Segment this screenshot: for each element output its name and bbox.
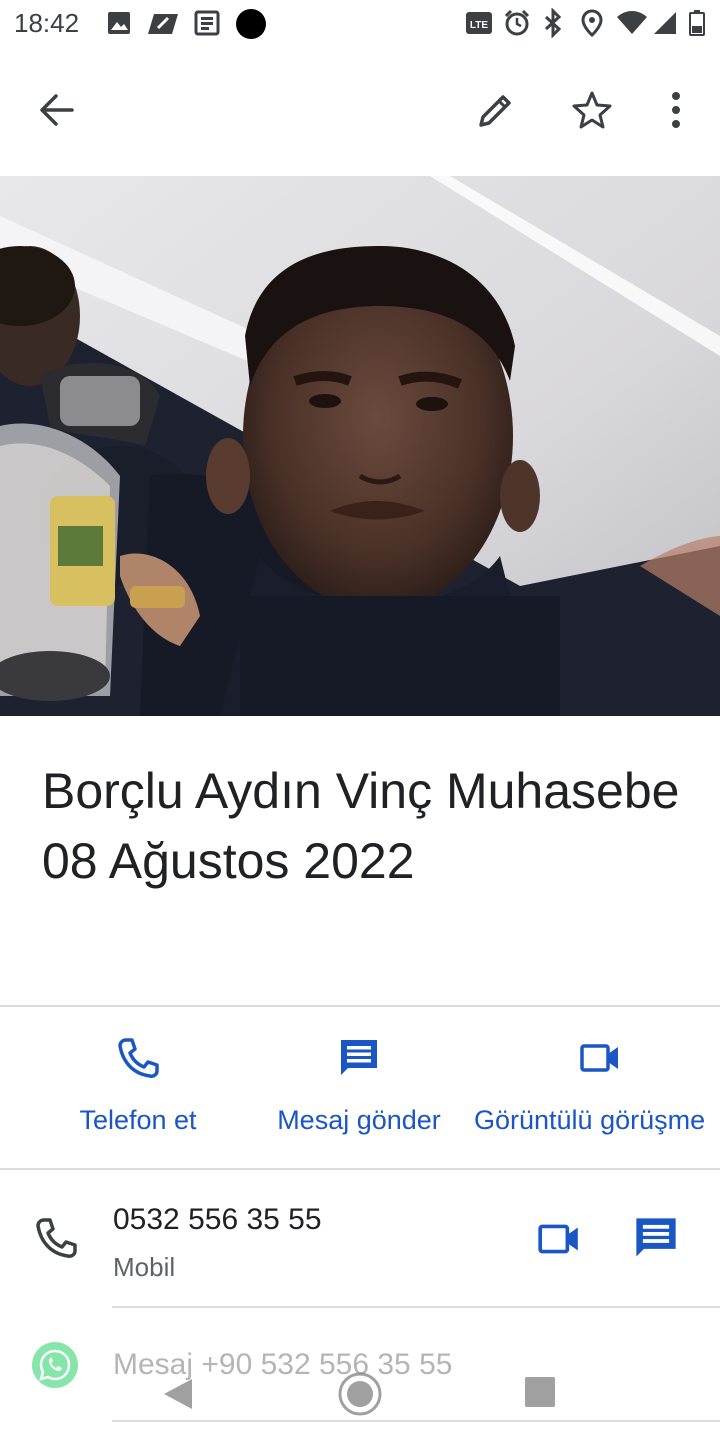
app-bar — [0, 60, 720, 164]
signal-icon — [652, 8, 680, 43]
app-icon — [148, 8, 180, 43]
wifi-icon — [616, 8, 648, 43]
star-outline-icon — [571, 89, 613, 136]
edit-pencil-icon — [475, 89, 517, 136]
svg-text:LTE: LTE — [470, 20, 488, 31]
more-options-button[interactable] — [650, 86, 702, 138]
alarm-icon — [502, 8, 532, 43]
nav-home-button[interactable] — [336, 1370, 384, 1423]
edit-button[interactable] — [470, 86, 522, 138]
location-icon — [578, 8, 606, 43]
phone-type: Mobil — [113, 1252, 176, 1282]
video-call-action-label: Görüntülü görüşme — [474, 1105, 706, 1135]
nav-back-button[interactable] — [160, 1376, 196, 1417]
more-vert-icon — [666, 90, 686, 135]
call-action-label: Telefon et — [79, 1105, 197, 1135]
dot-icon — [234, 8, 268, 47]
image-icon — [106, 8, 132, 43]
divider — [112, 1306, 720, 1308]
navigation-bar — [0, 1360, 720, 1430]
lte-icon: LTE — [464, 8, 494, 43]
phone-number-row[interactable]: 0532 556 35 55 Mobil — [0, 1186, 720, 1296]
video-call-action-button[interactable]: Görüntülü görüşme — [474, 1036, 720, 1146]
back-arrow-icon — [36, 90, 76, 135]
status-time: 18:42 — [14, 8, 80, 38]
contact-name: Borçlu Aydın Vinç Muhasebe 08 Ağustos 20… — [42, 763, 680, 889]
phone-icon — [116, 1036, 160, 1085]
phone-outline-icon — [34, 1216, 78, 1265]
video-icon — [578, 1036, 622, 1085]
divider — [0, 1168, 720, 1170]
favorite-button[interactable] — [566, 86, 618, 138]
bluetooth-icon — [540, 7, 566, 43]
call-action-button[interactable]: Telefon et — [50, 1036, 226, 1146]
message-icon — [337, 1036, 381, 1085]
message-action-label: Mesaj gönder — [277, 1105, 441, 1135]
phone-number: 0532 556 35 55 — [113, 1203, 322, 1236]
status-bar: 18:42 LTE — [0, 0, 720, 50]
divider — [0, 1005, 720, 1007]
message-action-button[interactable]: Mesaj gönder — [268, 1036, 450, 1146]
news-icon — [192, 8, 222, 43]
video-call-button[interactable] — [536, 1216, 582, 1267]
send-message-button[interactable] — [632, 1214, 680, 1267]
nav-recents-button[interactable] — [524, 1376, 556, 1413]
back-button[interactable] — [30, 86, 82, 138]
contact-photo — [0, 176, 720, 716]
battery-icon — [688, 8, 706, 43]
